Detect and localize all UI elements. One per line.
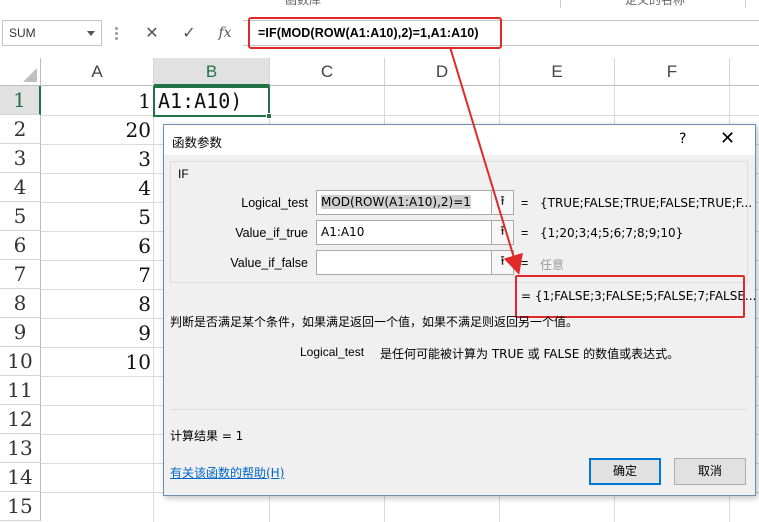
annotation-arrow [449,46,523,275]
